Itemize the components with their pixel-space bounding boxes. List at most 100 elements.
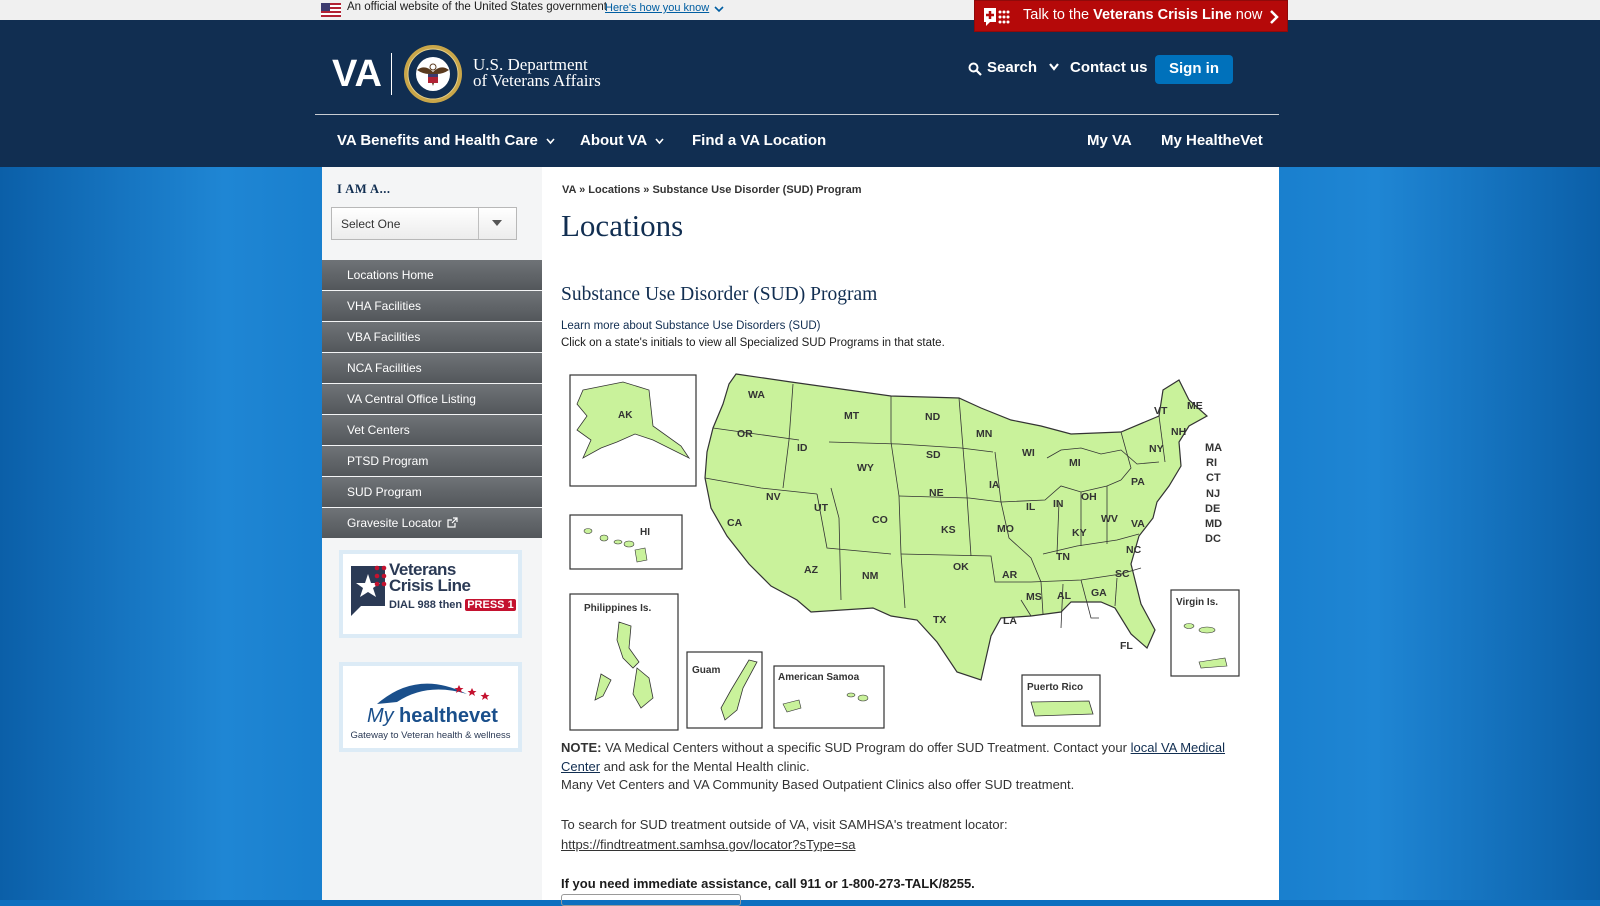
inset-virgin-islands[interactable]: Virgin Is. bbox=[1170, 589, 1240, 677]
state-label-id[interactable]: ID bbox=[797, 442, 808, 454]
state-label-ms[interactable]: MS bbox=[1026, 591, 1042, 603]
inset-american-samoa[interactable]: American Samoa bbox=[773, 665, 885, 729]
state-label-oh[interactable]: OH bbox=[1081, 491, 1097, 503]
state-label-ks[interactable]: KS bbox=[941, 524, 956, 536]
menu-item-vha-facilities[interactable]: VHA Facilities bbox=[322, 291, 542, 321]
state-label-ri[interactable]: RI bbox=[1206, 457, 1217, 469]
state-label-mn[interactable]: MN bbox=[976, 428, 992, 440]
state-label-tn[interactable]: TN bbox=[1056, 551, 1070, 563]
state-label-ok[interactable]: OK bbox=[953, 561, 969, 573]
menu-item-ptsd-program[interactable]: PTSD Program bbox=[322, 446, 542, 476]
state-label-sd[interactable]: SD bbox=[926, 449, 941, 461]
page-subtitle: Substance Use Disorder (SUD) Program bbox=[561, 284, 878, 305]
nav-my-healthevet[interactable]: My HealtheVet bbox=[1161, 132, 1263, 149]
contact-us-link[interactable]: Contact us bbox=[1070, 59, 1148, 76]
dept-line-2: of Veterans Affairs bbox=[473, 71, 601, 90]
gravesite-label: Gravesite Locator bbox=[347, 516, 442, 530]
state-label-de[interactable]: DE bbox=[1205, 503, 1220, 515]
note-label: NOTE: bbox=[561, 740, 602, 755]
inset-philippines[interactable]: Philippines Is. bbox=[569, 593, 679, 731]
inset-label-hi: HI bbox=[640, 527, 650, 538]
nav-my-va[interactable]: My VA bbox=[1087, 132, 1132, 149]
inset-guam[interactable]: Guam bbox=[686, 651, 763, 729]
state-label-ct[interactable]: CT bbox=[1206, 472, 1221, 484]
state-label-ne[interactable]: NE bbox=[929, 487, 944, 499]
crisis-strong: Veterans Crisis Line bbox=[1093, 7, 1232, 23]
chevron-down-icon[interactable] bbox=[713, 3, 725, 15]
chevron-down-icon bbox=[655, 138, 664, 144]
nav-about[interactable]: About VA bbox=[580, 132, 664, 149]
state-label-az[interactable]: AZ bbox=[804, 564, 819, 576]
us-states-map[interactable]: AK HI Philippines Is. Guam American Samo… bbox=[561, 368, 1251, 736]
menu-item-central-office[interactable]: VA Central Office Listing bbox=[322, 384, 542, 414]
state-label-nm[interactable]: NM bbox=[862, 570, 879, 582]
state-label-ar[interactable]: AR bbox=[1002, 569, 1018, 581]
state-label-pa[interactable]: PA bbox=[1131, 476, 1145, 488]
state-label-dc[interactable]: DC bbox=[1205, 533, 1221, 545]
crisis-prefix: Talk to the bbox=[1023, 7, 1094, 23]
state-label-wy[interactable]: WY bbox=[857, 462, 874, 474]
state-label-nj[interactable]: NJ bbox=[1206, 488, 1220, 500]
veterans-crisis-line-promo[interactable]: Veterans Crisis Line DIAL 988 then PRESS… bbox=[339, 550, 522, 638]
menu-item-vba-facilities[interactable]: VBA Facilities bbox=[322, 322, 542, 352]
menu-item-sud-program[interactable]: SUD Program bbox=[322, 477, 542, 507]
crisis-badge-partial[interactable] bbox=[561, 894, 741, 906]
i-am-a-select[interactable]: Select One bbox=[331, 207, 517, 240]
state-label-wa[interactable]: WA bbox=[748, 389, 765, 401]
state-label-nv[interactable]: NV bbox=[766, 491, 781, 503]
samhsa-link[interactable]: https://findtreatment.samhsa.gov/locator… bbox=[561, 837, 855, 852]
state-label-al[interactable]: AL bbox=[1057, 590, 1072, 602]
header-divider bbox=[315, 114, 1279, 115]
state-label-ca[interactable]: CA bbox=[727, 517, 743, 529]
state-label-fl[interactable]: FL bbox=[1120, 640, 1133, 652]
state-label-la[interactable]: LA bbox=[1003, 615, 1017, 627]
state-label-sc[interactable]: SC bbox=[1115, 568, 1130, 580]
my-healthevet-promo[interactable]: My healthevet Gateway to Veteran health … bbox=[339, 662, 522, 752]
state-label-il[interactable]: IL bbox=[1026, 501, 1036, 513]
state-label-ia[interactable]: IA bbox=[989, 479, 1000, 491]
state-label-in[interactable]: IN bbox=[1053, 498, 1064, 510]
menu-item-nca-facilities[interactable]: NCA Facilities bbox=[322, 353, 542, 383]
state-label-mo[interactable]: MO bbox=[997, 523, 1014, 535]
state-label-nd[interactable]: ND bbox=[925, 411, 941, 423]
inset-puerto-rico[interactable]: Puerto Rico bbox=[1021, 674, 1101, 727]
state-label-wi[interactable]: WI bbox=[1022, 447, 1035, 459]
state-label-me[interactable]: ME bbox=[1187, 400, 1203, 412]
how-you-know-link[interactable]: Here's how you know bbox=[605, 2, 709, 14]
menu-item-locations-home[interactable]: Locations Home bbox=[322, 260, 542, 290]
state-label-ma[interactable]: MA bbox=[1205, 442, 1222, 454]
inset-label-ak: AK bbox=[618, 410, 633, 421]
nav-find-location[interactable]: Find a VA Location bbox=[692, 132, 826, 149]
inset-alaska[interactable]: AK bbox=[569, 374, 697, 487]
state-label-md[interactable]: MD bbox=[1205, 518, 1222, 530]
inset-hawaii[interactable]: HI bbox=[569, 514, 683, 570]
state-label-ny[interactable]: NY bbox=[1149, 443, 1164, 455]
menu-item-gravesite-locator[interactable]: Gravesite Locator bbox=[322, 508, 542, 538]
nav-benefits[interactable]: VA Benefits and Health Care bbox=[337, 132, 555, 149]
continental-us[interactable]: WA OR CA NV ID MT WY UT AZ CO NM ND SD N… bbox=[704, 373, 1222, 681]
note-text: VA Medical Centers without a specific SU… bbox=[601, 740, 1131, 755]
state-label-mi[interactable]: MI bbox=[1069, 457, 1081, 469]
state-label-mt[interactable]: MT bbox=[844, 410, 860, 422]
east-state-labels[interactable]: MA RI CT NJ DE MD DC bbox=[1205, 442, 1222, 545]
state-label-wv[interactable]: WV bbox=[1101, 513, 1118, 525]
search-label: Search bbox=[987, 59, 1038, 76]
select-toggle[interactable] bbox=[478, 208, 516, 239]
state-label-or[interactable]: OR bbox=[737, 428, 753, 440]
state-label-nh[interactable]: NH bbox=[1171, 426, 1186, 438]
state-label-va[interactable]: VA bbox=[1131, 518, 1145, 530]
state-label-ga[interactable]: GA bbox=[1091, 587, 1107, 599]
state-label-vt[interactable]: VT bbox=[1154, 405, 1168, 417]
menu-item-vet-centers[interactable]: Vet Centers bbox=[322, 415, 542, 445]
nav-benefits-label: VA Benefits and Health Care bbox=[337, 132, 538, 149]
breadcrumb[interactable]: VA » Locations » Substance Use Disorder … bbox=[562, 184, 862, 196]
va-logo[interactable]: VA bbox=[332, 52, 392, 92]
crisis-line-button[interactable]: Talk to the Veterans Crisis Line now bbox=[974, 0, 1288, 32]
sign-in-button[interactable]: Sign in bbox=[1155, 55, 1233, 84]
state-label-co[interactable]: CO bbox=[872, 514, 888, 526]
learn-more-link[interactable]: Learn more about Substance Use Disorders… bbox=[561, 320, 821, 332]
state-label-ky[interactable]: KY bbox=[1072, 527, 1087, 539]
state-label-nc[interactable]: NC bbox=[1126, 544, 1142, 556]
state-label-ut[interactable]: UT bbox=[814, 502, 829, 514]
state-label-tx[interactable]: TX bbox=[933, 614, 946, 626]
